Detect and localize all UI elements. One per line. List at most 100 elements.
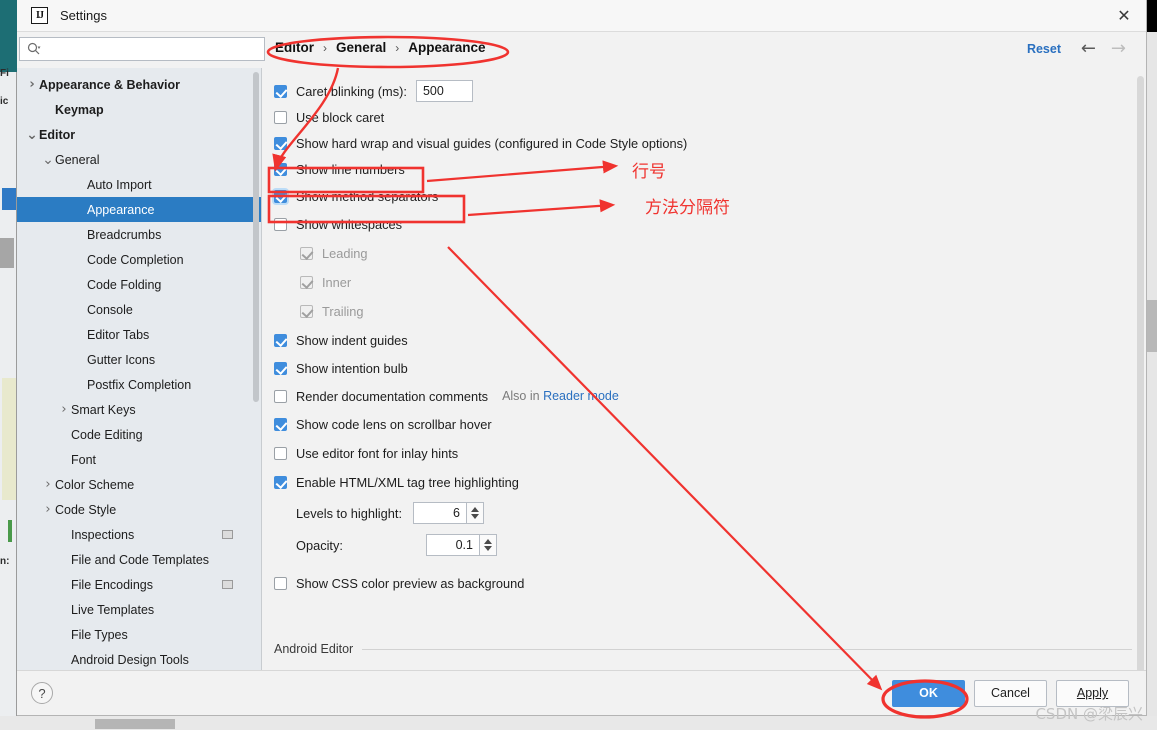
trailing-checkbox (300, 305, 313, 318)
sidebar-item-live-templates[interactable]: Live Templates (17, 597, 261, 622)
caret-blinking-checkbox[interactable] (274, 84, 287, 98)
sidebar-item-console[interactable]: Console (17, 297, 261, 322)
background-right-scroll-column[interactable] (1147, 32, 1157, 730)
use-block-caret-checkbox[interactable] (274, 110, 287, 124)
chevron-right-icon[interactable]: › (57, 402, 71, 417)
sidebar-item-label: Android Design Tools (71, 652, 189, 667)
sidebar-item-editor[interactable]: ⌄ Editor (17, 122, 261, 147)
annotation-label-line-numbers: 行号 (632, 162, 666, 182)
chevron-right-icon[interactable]: › (41, 477, 55, 492)
show-indent-guides-checkbox[interactable] (274, 333, 287, 347)
background-yellow-block (2, 378, 16, 500)
show-code-lens-label: Show code lens on scrollbar hover (296, 417, 492, 432)
breadcrumb-item-general[interactable]: General (336, 40, 386, 55)
spin-up-icon[interactable] (471, 507, 479, 512)
settings-tree: › Appearance & Behavior Keymap ⌄ Editor ⌄ Gene… (17, 68, 262, 670)
sidebar-item-file-encodings[interactable]: File Encodings (17, 572, 261, 597)
sidebar-item-general[interactable]: ⌄ General (17, 147, 261, 172)
sidebar-item-label: General (55, 152, 100, 167)
breadcrumb-item-appearance[interactable]: Appearance (408, 40, 485, 55)
sidebar-item-code-editing[interactable]: Code Editing (17, 422, 261, 447)
sidebar-item-label: File and Code Templates (71, 552, 210, 567)
spin-up-icon[interactable] (483, 539, 492, 544)
sidebar-item-font[interactable]: Font (17, 447, 261, 472)
row-opacity: Opacity: 0.1 (296, 529, 1146, 561)
sidebar-item-editor-tabs[interactable]: Editor Tabs (17, 322, 261, 347)
opacity-value[interactable]: 0.1 (425, 534, 480, 556)
opacity-spin-buttons[interactable] (479, 534, 497, 556)
sidebar-item-appearance-behavior[interactable]: › Appearance & Behavior (17, 72, 261, 97)
row-leading: Leading (300, 239, 1146, 268)
sidebar-item-label: Editor Tabs (87, 327, 150, 342)
sidebar-item-code-style[interactable]: › Code Style (17, 497, 261, 522)
row-show-hard-wrap: Show hard wrap and visual guides (config… (274, 130, 1146, 156)
row-show-css-color: Show CSS color preview as background (274, 569, 1146, 597)
chevron-right-icon[interactable]: › (25, 77, 39, 92)
show-hard-wrap-checkbox[interactable] (274, 136, 287, 150)
trailing-label: Trailing (322, 304, 364, 319)
show-whitespaces-checkbox[interactable] (274, 218, 287, 231)
show-method-separators-checkbox[interactable] (274, 190, 287, 203)
levels-to-highlight-spin-buttons[interactable] (467, 502, 484, 524)
show-indent-guides-label: Show indent guides (296, 332, 408, 348)
sidebar-item-label: Inspections (71, 527, 135, 542)
reader-mode-link[interactable]: Reader mode (543, 389, 619, 403)
search-icon (27, 42, 41, 56)
show-css-color-checkbox[interactable] (274, 576, 287, 590)
sidebar-item-keymap[interactable]: Keymap (17, 97, 261, 122)
show-whitespaces-label: Show whitespaces (296, 217, 402, 232)
opacity-stepper[interactable]: 0.1 (425, 534, 497, 556)
ok-button[interactable]: OK (892, 679, 965, 707)
sidebar-item-smart-keys[interactable]: › Smart Keys (17, 397, 261, 422)
use-editor-font-checkbox[interactable] (274, 447, 287, 460)
show-line-numbers-checkbox[interactable] (274, 163, 287, 176)
help-button[interactable]: ? (31, 682, 53, 704)
show-intention-bulb-checkbox[interactable] (274, 361, 287, 375)
sidebar-item-postfix-completion[interactable]: Postfix Completion (17, 372, 261, 397)
caret-blinking-input[interactable]: 500 (415, 80, 473, 102)
sidebar-item-gutter-icons[interactable]: Gutter Icons (17, 347, 261, 372)
show-hard-wrap-label: Show hard wrap and visual guides (config… (296, 135, 688, 151)
sidebar-item-file-and-code-templates[interactable]: File and Code Templates (17, 547, 261, 572)
levels-to-highlight-value[interactable]: 6 (413, 502, 467, 524)
row-inner: Inner (300, 268, 1146, 297)
background-right-scrollbar-thumb[interactable] (1147, 300, 1157, 352)
breadcrumb-item-editor[interactable]: Editor (275, 40, 314, 55)
content-scrollbar-thumb[interactable] (1137, 76, 1144, 670)
sidebar-item-label: Auto Import (87, 177, 152, 192)
sidebar-item-label: Breadcrumbs (87, 227, 162, 242)
sidebar-item-appearance[interactable]: Appearance (17, 197, 261, 222)
sidebar-item-code-folding[interactable]: Code Folding (17, 272, 261, 297)
sidebar-item-android-design-tools[interactable]: Android Design Tools (17, 647, 261, 670)
spin-down-icon[interactable] (471, 514, 479, 519)
sidebar-item-color-scheme[interactable]: › Color Scheme (17, 472, 261, 497)
chevron-right-icon[interactable]: › (41, 502, 55, 517)
render-doc-comments-checkbox[interactable] (274, 389, 287, 403)
row-use-editor-font: Use editor font for inlay hints (274, 439, 1146, 468)
chevron-down-icon[interactable]: ⌄ (25, 128, 39, 142)
sidebar-item-file-types[interactable]: File Types (17, 622, 261, 647)
show-code-lens-checkbox[interactable] (274, 418, 287, 431)
arrow-left-icon[interactable]: ← (1081, 40, 1096, 58)
spin-down-icon[interactable] (483, 546, 492, 551)
sidebar-item-label: Console (87, 302, 133, 317)
chevron-down-icon[interactable]: ⌄ (41, 153, 55, 167)
row-caret-blinking: Caret blinking (ms): 500 (274, 78, 1146, 104)
sidebar-item-breadcrumbs[interactable]: Breadcrumbs (17, 222, 261, 247)
use-editor-font-label: Use editor font for inlay hints (296, 446, 459, 461)
search-box[interactable] (19, 37, 265, 61)
search-input[interactable] (41, 41, 264, 57)
sidebar-item-inspections[interactable]: Inspections (17, 522, 261, 547)
sidebar-item-auto-import[interactable]: Auto Import (17, 172, 261, 197)
close-icon[interactable]: ✕ (1102, 0, 1146, 32)
reset-button[interactable]: Reset (1027, 42, 1061, 56)
sidebar-item-label: Code Folding (87, 277, 162, 292)
sidebar-item-code-completion[interactable]: Code Completion (17, 247, 261, 272)
inner-label: Inner (322, 275, 352, 290)
sidebar-item-label: Gutter Icons (87, 352, 156, 367)
sidebar-scrollbar-thumb[interactable] (253, 72, 259, 402)
levels-to-highlight-stepper[interactable]: 6 (413, 502, 484, 524)
background-bottom-scrollbar-thumb[interactable] (95, 719, 175, 729)
sidebar-item-label: Appearance (87, 202, 155, 217)
enable-tag-tree-checkbox[interactable] (274, 476, 287, 489)
